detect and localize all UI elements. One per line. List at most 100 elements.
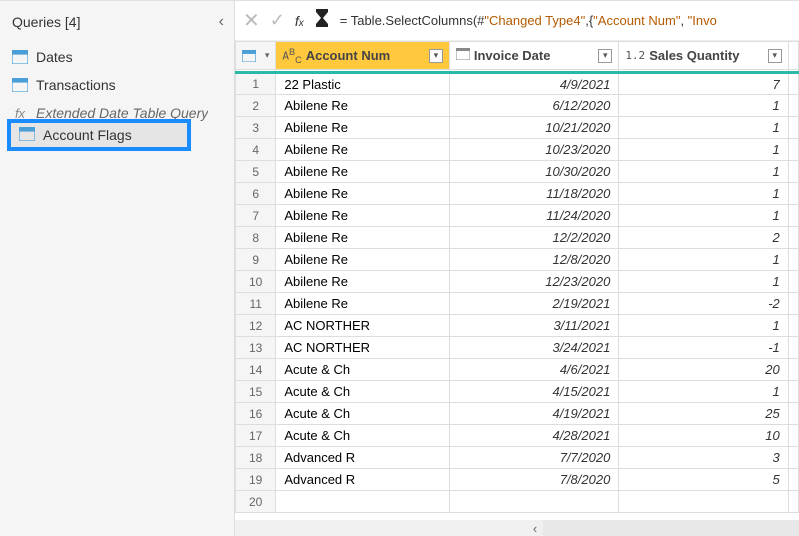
cell-sales-quantity[interactable]: 5 [619,469,788,491]
column-header-sales-quantity[interactable]: 1.2 Sales Quantity ▾ [619,42,788,70]
cell-invoice-date[interactable]: 7/7/2020 [449,447,618,469]
cell-sales-quantity[interactable]: 1 [619,117,788,139]
cell-sales-quantity[interactable]: 1 [619,161,788,183]
cell-account-num[interactable]: Acute & Ch [276,425,450,447]
cell-sales-quantity[interactable]: 1 [619,271,788,293]
cell-sales-quantity[interactable]: 1 [619,315,788,337]
cell-invoice-date[interactable]: 12/8/2020 [449,249,618,271]
table-row[interactable]: 3Abilene Re10/21/20201 [236,117,799,139]
cell-invoice-date[interactable]: 4/19/2021 [449,403,618,425]
table-row[interactable]: 11Abilene Re2/19/2021-2 [236,293,799,315]
table-row[interactable]: 7Abilene Re11/24/20201 [236,205,799,227]
table-row[interactable]: 10Abilene Re12/23/20201 [236,271,799,293]
cell-account-num[interactable] [276,491,450,513]
cell-account-num[interactable]: Advanced R [276,447,450,469]
cell-account-num[interactable]: Abilene Re [276,205,450,227]
cell-invoice-date[interactable]: 4/28/2021 [449,425,618,447]
cell-sales-quantity[interactable]: 25 [619,403,788,425]
cell-account-num[interactable]: Abilene Re [276,183,450,205]
cell-cut [788,337,798,359]
cell-sales-quantity[interactable]: 1 [619,183,788,205]
query-item-transactions[interactable]: Transactions [0,71,234,99]
cell-invoice-date[interactable]: 7/8/2020 [449,469,618,491]
cell-sales-quantity[interactable]: 3 [619,447,788,469]
cell-sales-quantity[interactable]: 1 [619,95,788,117]
table-row[interactable]: 17Acute & Ch4/28/202110 [236,425,799,447]
cell-sales-quantity[interactable]: 1 [619,381,788,403]
cell-sales-quantity[interactable]: 1 [619,139,788,161]
filter-dropdown-icon[interactable]: ▾ [598,49,612,63]
cell-account-num[interactable]: Abilene Re [276,227,450,249]
cell-account-num[interactable]: Advanced R [276,469,450,491]
cell-invoice-date[interactable]: 11/18/2020 [449,183,618,205]
filter-dropdown-icon[interactable]: ▾ [429,49,443,63]
cell-invoice-date[interactable]: 12/2/2020 [449,227,618,249]
scroll-left-icon[interactable]: ‹ [527,520,543,536]
cell-sales-quantity[interactable]: 7 [619,73,788,95]
cell-account-num[interactable]: Acute & Ch [276,359,450,381]
column-header-invoice-date[interactable]: Invoice Date ▾ [449,42,618,70]
cell-invoice-date[interactable]: 10/30/2020 [449,161,618,183]
cell-account-num[interactable]: Acute & Ch [276,403,450,425]
table-row[interactable]: 4Abilene Re10/23/20201 [236,139,799,161]
cell-invoice-date[interactable]: 4/15/2021 [449,381,618,403]
cell-sales-quantity[interactable]: -1 [619,337,788,359]
cell-invoice-date[interactable] [449,491,618,513]
table-row[interactable]: 122 Plastic4/9/20217 [236,73,799,95]
filter-dropdown-icon[interactable]: ▾ [768,49,782,63]
cell-account-num[interactable]: Abilene Re [276,139,450,161]
cell-invoice-date[interactable]: 3/24/2021 [449,337,618,359]
cell-sales-quantity[interactable]: 10 [619,425,788,447]
table-row[interactable]: 9Abilene Re12/8/20201 [236,249,799,271]
table-row[interactable]: 12AC NORTHER3/11/20211 [236,315,799,337]
table-row[interactable]: 8Abilene Re12/2/20202 [236,227,799,249]
cell-invoice-date[interactable]: 3/11/2021 [449,315,618,337]
query-item-dates[interactable]: Dates [0,43,234,71]
cell-invoice-date[interactable]: 6/12/2020 [449,95,618,117]
horizontal-scrollbar[interactable]: ‹ [235,520,799,536]
table-row[interactable]: 5Abilene Re10/30/20201 [236,161,799,183]
rownum-header[interactable]: ▾ [236,42,276,70]
column-header-account-num[interactable]: ABC Account Num ▾ [276,42,450,70]
table-row[interactable]: 18Advanced R7/7/20203 [236,447,799,469]
cell-sales-quantity[interactable]: -2 [619,293,788,315]
cell-sales-quantity[interactable]: 1 [619,249,788,271]
cell-invoice-date[interactable]: 11/24/2020 [449,205,618,227]
query-item-account-flags[interactable]: Account Flags [7,119,191,151]
table-row[interactable]: 15Acute & Ch4/15/20211 [236,381,799,403]
commit-icon[interactable]: ✓ [270,10,285,31]
cell-account-num[interactable]: Abilene Re [276,271,450,293]
cell-invoice-date[interactable]: 4/6/2021 [449,359,618,381]
cell-account-num[interactable]: AC NORTHER [276,315,450,337]
cell-invoice-date[interactable]: 4/9/2021 [449,73,618,95]
cell-account-num[interactable]: Abilene Re [276,249,450,271]
table-row[interactable]: 19Advanced R7/8/20205 [236,469,799,491]
cell-account-num[interactable]: Abilene Re [276,161,450,183]
cell-invoice-date[interactable]: 2/19/2021 [449,293,618,315]
cell-sales-quantity[interactable]: 20 [619,359,788,381]
cell-invoice-date[interactable]: 12/23/2020 [449,271,618,293]
cell-sales-quantity[interactable]: 2 [619,227,788,249]
formula-text[interactable]: = Table.SelectColumns(#"Changed Type4",{… [340,13,791,29]
cancel-icon[interactable]: ✕ [243,8,260,33]
cell-account-num[interactable]: Abilene Re [276,293,450,315]
table-row[interactable]: 2Abilene Re6/12/20201 [236,95,799,117]
cell-account-num[interactable]: AC NORTHER [276,337,450,359]
scroll-track[interactable] [543,520,799,536]
cell-cut [788,359,798,381]
table-row[interactable]: 14Acute & Ch4/6/202120 [236,359,799,381]
cell-invoice-date[interactable]: 10/23/2020 [449,139,618,161]
collapse-sidebar-icon[interactable]: ‹ [219,13,224,31]
table-row[interactable]: 13AC NORTHER3/24/2021-1 [236,337,799,359]
cell-account-num[interactable]: 22 Plastic [276,73,450,95]
data-grid[interactable]: ▾ ABC Account Num ▾ In [235,41,799,536]
table-row[interactable]: 16Acute & Ch4/19/202125 [236,403,799,425]
cell-account-num[interactable]: Abilene Re [276,117,450,139]
cell-account-num[interactable]: Abilene Re [276,95,450,117]
cell-account-num[interactable]: Acute & Ch [276,381,450,403]
table-row[interactable]: 6Abilene Re11/18/20201 [236,183,799,205]
cell-sales-quantity[interactable]: 1 [619,205,788,227]
table-row[interactable]: 20 [236,491,799,513]
cell-invoice-date[interactable]: 10/21/2020 [449,117,618,139]
cell-sales-quantity[interactable] [619,491,788,513]
